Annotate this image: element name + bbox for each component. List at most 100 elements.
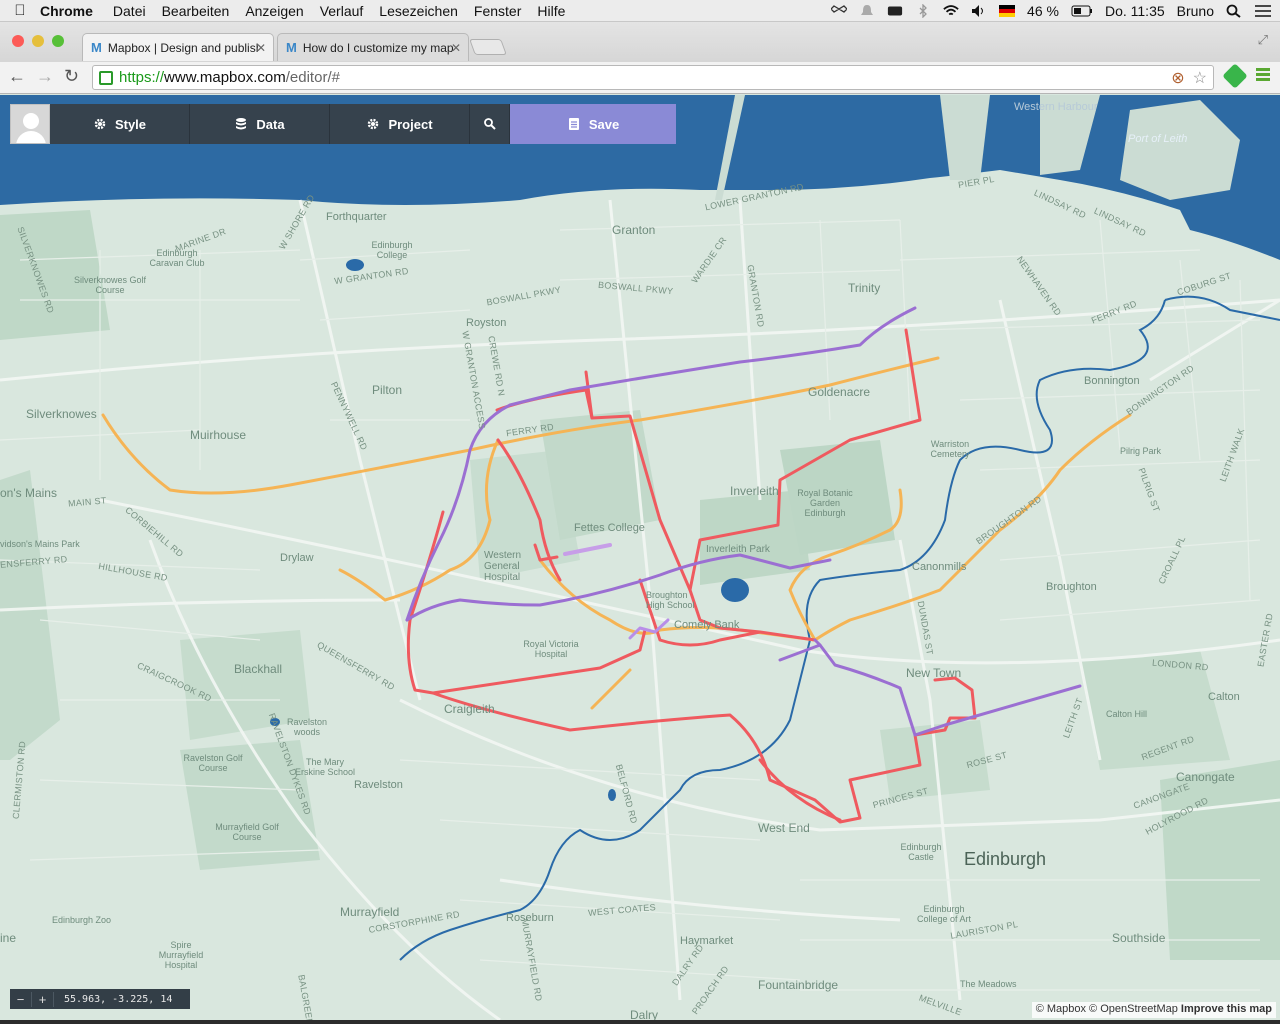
map-label-fettes-college: Fettes College <box>574 522 645 534</box>
attribution-text[interactable]: © Mapbox © OpenStreetMap <box>1036 1003 1178 1015</box>
map-label-broughton: Broughton <box>1046 581 1097 593</box>
map-label-spire-murrayfield: Spire Murrayfield Hospital <box>158 940 204 970</box>
menu-item-bookmarks[interactable]: Lesezeichen <box>379 3 458 19</box>
route-purple-new-town[interactable] <box>778 643 1082 737</box>
app-menu[interactable]: Chrome <box>40 3 93 19</box>
menu-item-help[interactable]: Hilfe <box>537 3 565 19</box>
zoom-out-button[interactable]: − <box>10 991 32 1007</box>
menu-item-file[interactable]: Datei <box>113 3 146 19</box>
map-canvas[interactable]: Port of Leith Western Harbour Forthquart… <box>0 95 1280 1020</box>
blocked-content-icon[interactable]: ⊗ <box>1171 68 1184 88</box>
map-label-edinburgh-castle: Edinburgh Castle <box>900 842 942 862</box>
save-button-label: Save <box>588 116 620 132</box>
german-flag-icon[interactable] <box>999 4 1016 18</box>
bluetooth-icon[interactable] <box>915 4 931 18</box>
zoom-window-icon[interactable] <box>52 35 64 47</box>
inverleith-pond <box>721 578 749 602</box>
clock[interactable]: Do. 11:35 <box>1105 3 1165 19</box>
menu-item-history[interactable]: Verlauf <box>320 3 364 19</box>
apple-icon[interactable]:  <box>0 2 40 19</box>
tab-customize-help[interactable]: M How do I customize my map ✕ <box>277 33 469 61</box>
browser-toolbar: ← → ↻ https://www.mapbox.com/editor/# ⊗ … <box>0 62 1280 94</box>
pond <box>608 789 616 801</box>
tab-mapbox-editor[interactable]: M Mapbox | Design and publish ✕ <box>82 33 274 61</box>
spotlight-search-icon[interactable] <box>1226 4 1242 18</box>
battery-percent: 46 % <box>1027 3 1059 19</box>
wifi-icon[interactable] <box>943 4 959 18</box>
address-bar[interactable]: https://www.mapbox.com/editor/# ⊗ ☆ <box>92 65 1214 90</box>
style-button[interactable]: Style <box>50 104 190 144</box>
dropbox-icon[interactable] <box>831 4 848 18</box>
map-label-western-harbour: Western Harbour <box>1014 101 1098 113</box>
user-name[interactable]: Bruno <box>1177 3 1214 19</box>
avatar[interactable] <box>10 104 50 144</box>
menu-item-view[interactable]: Anzeigen <box>245 3 303 19</box>
tab-title: How do I customize my map <box>302 40 453 55</box>
close-tab-icon[interactable]: ✕ <box>256 41 266 55</box>
project-button[interactable]: Project <box>330 104 470 144</box>
map-coordinates: 55.963, -3.225, 14 <box>64 993 173 1005</box>
map-label-haymarket: Haymarket <box>680 935 734 947</box>
map-label-bonnington: Bonnington <box>1084 375 1140 387</box>
extension-icon[interactable] <box>1222 63 1248 89</box>
route-orange-spur[interactable] <box>590 668 632 710</box>
route-purple-link[interactable] <box>813 638 822 647</box>
map-label-goldenacre: Goldenacre <box>808 385 871 399</box>
park-area <box>0 470 60 760</box>
data-button-label: Data <box>256 116 285 132</box>
water-of-leith-river <box>399 299 1166 961</box>
volume-icon[interactable] <box>971 4 987 18</box>
map-label-inverleith: Inverleith <box>730 484 779 498</box>
notification-center-icon[interactable] <box>1254 4 1272 18</box>
back-button[interactable]: ← <box>8 66 26 87</box>
map-label-granton: Granton <box>612 223 656 237</box>
search-button[interactable] <box>470 104 510 144</box>
reload-button[interactable]: ↻ <box>64 66 79 87</box>
battery-icon[interactable] <box>1071 4 1093 18</box>
menu-item-edit[interactable]: Bearbeiten <box>162 3 230 19</box>
map-label-royston: Royston <box>466 317 507 329</box>
map-label-edinburgh-college-art: Edinburgh College of Art <box>916 904 972 924</box>
save-button[interactable]: Save <box>510 104 676 144</box>
menu-item-window[interactable]: Fenster <box>474 3 521 19</box>
map-label-pilrig-park: Pilrig Park <box>1120 446 1162 456</box>
map-label-pilton: Pilton <box>372 383 403 397</box>
chrome-menu-icon[interactable] <box>1256 68 1270 82</box>
forward-button[interactable]: → <box>36 66 54 87</box>
editor-toolbar: Style Data Project Save <box>10 104 676 144</box>
notification-bell-icon[interactable] <box>859 4 875 18</box>
map-label-trinity: Trinity <box>848 281 881 295</box>
map-label-royal-victoria: Royal Victoria Hospital <box>523 639 579 659</box>
gear-icon <box>94 118 106 130</box>
lock-icon[interactable] <box>99 70 113 85</box>
close-tab-icon[interactable]: ✕ <box>451 41 461 55</box>
map-label-port-of-leith: Port of Leith <box>1128 133 1188 145</box>
tab-strip: M Mapbox | Design and publish ✕ M How do… <box>0 22 1280 62</box>
map-label-dalry: Dalry <box>630 1008 659 1020</box>
new-tab-button[interactable] <box>469 39 507 55</box>
close-window-icon[interactable] <box>12 35 24 47</box>
map-label-mary-erskine: The Mary Erskine School <box>294 757 356 777</box>
zoom-in-button[interactable]: + <box>32 991 54 1007</box>
gear-icon <box>368 118 379 130</box>
keyboard-icon[interactable] <box>887 4 903 18</box>
map-label-murrayfield: Murrayfield <box>340 905 400 919</box>
map-label-southside: Southside <box>1112 931 1166 945</box>
minimize-window-icon[interactable] <box>32 35 44 47</box>
map-label-broughton-high: Broughton High School <box>646 590 695 610</box>
improve-map-link[interactable]: Improve this map <box>1181 1003 1272 1015</box>
map-label-ravelston-woods: Ravelston woods <box>286 717 328 737</box>
map-label-drylaw: Drylaw <box>280 552 314 564</box>
map-label-silverknowes-golf: Silverknowes Golf Course <box>73 275 147 295</box>
map-label-muirhouse: Muirhouse <box>190 428 247 442</box>
map-label-murrayfield-golf: Murrayfield Golf Course <box>215 822 279 842</box>
pond <box>346 259 364 271</box>
style-button-label: Style <box>114 116 147 132</box>
window-bottom-edge <box>0 1020 1280 1024</box>
data-button[interactable]: Data <box>190 104 330 144</box>
bookmark-star-icon[interactable]: ☆ <box>1193 68 1207 88</box>
map-label-davidsons-park: vidson's Mains Park <box>0 539 80 549</box>
map-label-canonmills: Canonmills <box>912 561 967 573</box>
fullscreen-icon[interactable]: ⤢ <box>1258 32 1268 48</box>
menubar:  Chrome Datei Bearbeiten Anzeigen Verla… <box>0 0 1280 22</box>
